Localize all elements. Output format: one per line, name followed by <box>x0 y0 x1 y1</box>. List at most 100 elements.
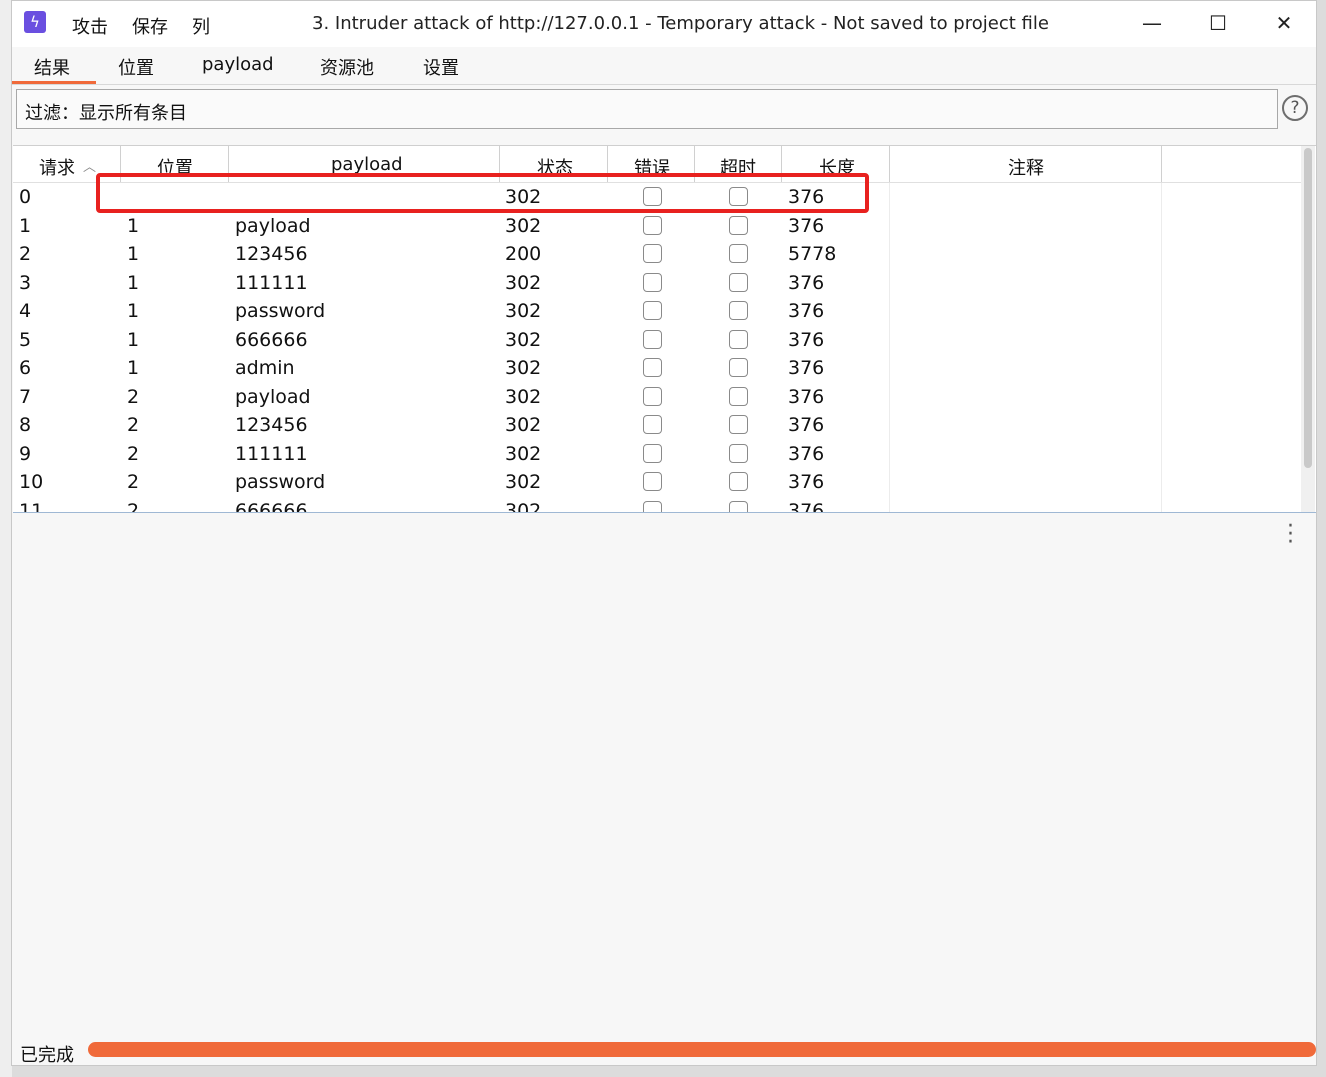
cell-position: 1 <box>127 357 140 379</box>
lightning-bolt-icon: ϟ <box>24 11 46 33</box>
cell-request: 7 <box>19 385 32 408</box>
cell-payload: payload <box>235 214 311 237</box>
table-row[interactable]: 4 1 password 302 376 <box>13 297 1303 326</box>
cell-length: 376 <box>788 271 825 294</box>
menu-save[interactable]: 保存 <box>132 13 168 39</box>
cell-position: 2 <box>127 442 140 465</box>
cell-request: 10 <box>19 471 44 493</box>
maximize-icon[interactable]: ☐ <box>1196 8 1240 38</box>
timeout-checkbox <box>729 301 748 320</box>
cell-status: 200 <box>505 243 542 265</box>
tab-settings[interactable]: 设置 <box>423 54 459 80</box>
timeout-checkbox <box>729 415 748 434</box>
scrollbar-thumb[interactable] <box>1304 148 1312 468</box>
cell-length: 376 <box>788 300 825 322</box>
cell-position: 1 <box>127 271 140 294</box>
cell-request: 4 <box>19 300 32 322</box>
cell-request: 8 <box>19 414 32 436</box>
cell-status: 302 <box>505 499 542 513</box>
help-icon[interactable]: ? <box>1282 95 1308 121</box>
filter-bar[interactable]: 过滤：显示所有条目 <box>16 89 1278 129</box>
menu-attack[interactable]: 攻击 <box>72 13 108 39</box>
table-row[interactable]: 5 1 666666 302 376 <box>13 326 1303 355</box>
window-title: 3. Intruder attack of http://127.0.0.1 -… <box>312 13 1049 34</box>
cell-length: 5778 <box>788 243 837 265</box>
cell-request: 2 <box>19 243 32 265</box>
cell-payload: payload <box>235 385 311 408</box>
cell-payload: 666666 <box>235 328 308 351</box>
more-options-icon[interactable]: · · · <box>1287 516 1294 554</box>
table-row[interactable]: 2 1 123456 200 5778 <box>13 240 1303 269</box>
status-text: 已完成 <box>20 1045 74 1066</box>
error-checkbox <box>643 415 662 434</box>
error-checkbox <box>643 443 662 463</box>
close-icon[interactable]: ✕ <box>1262 8 1306 38</box>
cell-position: 2 <box>127 499 140 513</box>
timeout-checkbox <box>729 329 748 349</box>
title-bar: ϟ 攻击 保存 列 3. Intruder attack of http://1… <box>12 1 1316 47</box>
table-row[interactable]: 1 1 payload 302 376 <box>13 212 1303 241</box>
sort-ascending-icon: ︿ <box>83 160 97 175</box>
cell-request: 11 <box>19 499 44 513</box>
tab-payload[interactable]: payload <box>202 54 274 75</box>
cell-payload: password <box>235 300 326 322</box>
cell-position: 1 <box>127 300 140 322</box>
tab-resource-pool[interactable]: 资源池 <box>320 54 374 80</box>
menu-columns[interactable]: 列 <box>192 13 210 39</box>
cell-payload: 123456 <box>235 414 308 436</box>
error-checkbox <box>643 301 662 320</box>
cell-payload: 111111 <box>235 271 308 294</box>
cell-length: 376 <box>788 499 825 513</box>
cell-status: 302 <box>505 271 542 294</box>
cell-status: 302 <box>505 214 542 237</box>
cell-request: 1 <box>19 214 32 237</box>
cell-request: 0 <box>19 186 32 208</box>
table-row[interactable]: 9 2 111111 302 376 <box>13 440 1303 469</box>
cell-status: 302 <box>505 442 542 465</box>
error-checkbox <box>643 244 662 263</box>
tab-results[interactable]: 结果 <box>34 54 70 80</box>
cell-status: 302 <box>505 414 542 436</box>
error-checkbox <box>643 386 662 406</box>
cell-length: 376 <box>788 442 825 465</box>
cell-position: 2 <box>127 414 140 436</box>
tab-bar: 结果 位置 payload 资源池 设置 <box>12 47 1316 85</box>
error-checkbox <box>643 329 662 349</box>
progress-bar <box>88 1042 1316 1057</box>
cell-position: 2 <box>127 385 140 408</box>
table-row[interactable]: 7 2 payload 302 376 <box>13 383 1303 412</box>
vertical-scrollbar[interactable] <box>1301 146 1315 512</box>
cell-payload: 111111 <box>235 442 308 465</box>
timeout-checkbox <box>729 215 748 235</box>
cell-request: 9 <box>19 442 32 465</box>
filter-label: 过滤：显示所有条目 <box>25 103 187 124</box>
cell-request: 5 <box>19 328 32 351</box>
timeout-checkbox <box>729 358 748 377</box>
tab-positions[interactable]: 位置 <box>118 54 154 80</box>
cell-position: 2 <box>127 471 140 493</box>
minimize-icon[interactable]: — <box>1130 8 1174 38</box>
cell-length: 376 <box>788 471 825 493</box>
table-row[interactable]: 6 1 admin 302 376 <box>13 354 1303 383</box>
cell-request: 3 <box>19 271 32 294</box>
table-row[interactable]: 10 2 password 302 376 <box>13 468 1303 497</box>
highlight-annotation-box <box>96 173 869 213</box>
cell-length: 376 <box>788 328 825 351</box>
cell-payload: admin <box>235 357 295 379</box>
timeout-checkbox <box>729 272 748 292</box>
error-checkbox <box>643 272 662 292</box>
cell-payload: 666666 <box>235 499 308 513</box>
cell-position: 1 <box>127 243 140 265</box>
cell-status: 302 <box>505 471 542 493</box>
table-row[interactable]: 8 2 123456 302 376 <box>13 411 1303 440</box>
error-checkbox <box>643 358 662 377</box>
table-row[interactable]: 3 1 111111 302 376 <box>13 269 1303 298</box>
header-payload[interactable]: payload <box>331 154 403 175</box>
timeout-checkbox <box>729 244 748 263</box>
table-row[interactable]: 11 2 666666 302 376 <box>13 497 1303 513</box>
header-comment[interactable]: 注释 <box>1008 154 1044 180</box>
header-request[interactable]: 请求 <box>39 154 75 180</box>
cell-status: 302 <box>505 357 542 379</box>
cell-position: 1 <box>127 328 140 351</box>
cell-length: 376 <box>788 214 825 237</box>
